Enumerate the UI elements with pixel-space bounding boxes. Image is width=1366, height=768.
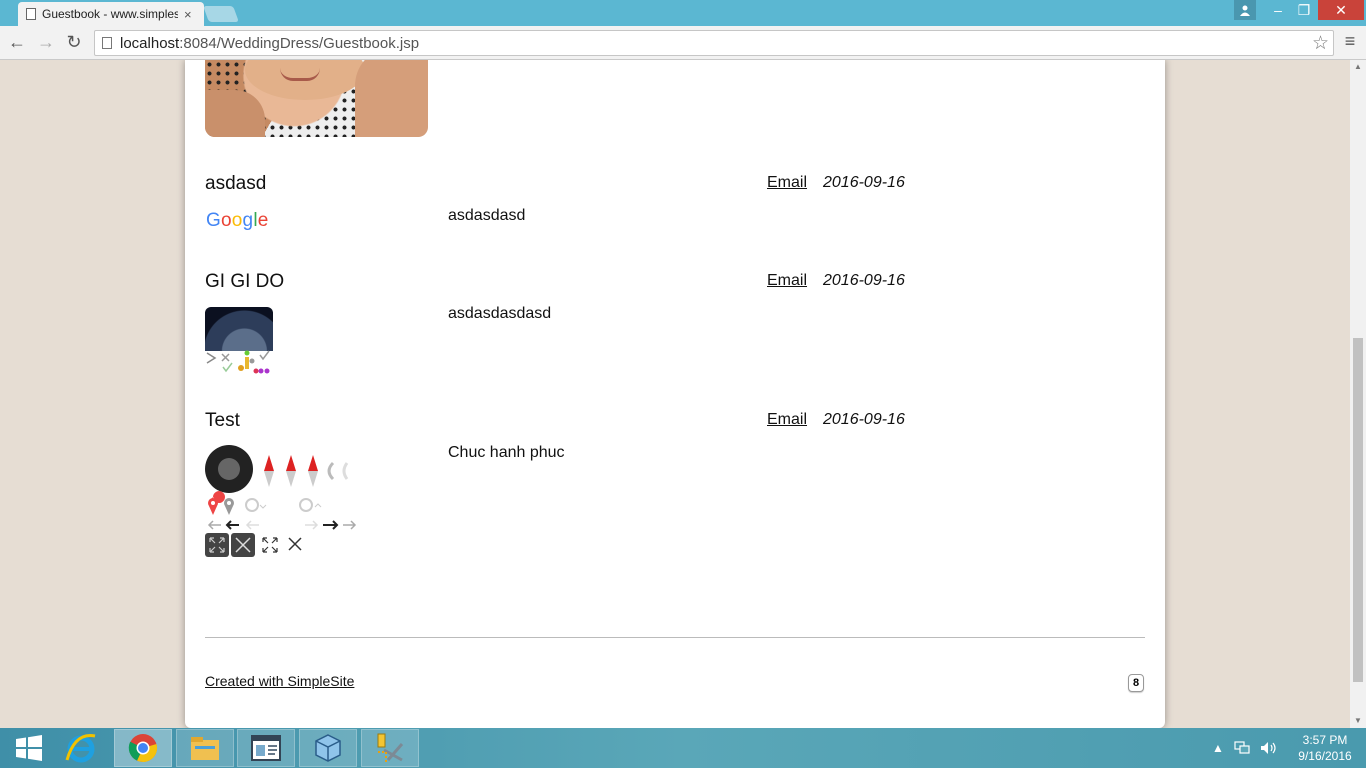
entry-email-link[interactable]: Email	[767, 174, 807, 192]
network-icon[interactable]	[1234, 741, 1250, 755]
bookmark-star-icon[interactable]: ☆	[1312, 32, 1329, 55]
page-icon	[26, 8, 36, 20]
clock-time: 3:57 PM	[1302, 733, 1348, 747]
sprite-strip-image	[206, 350, 270, 374]
url-text[interactable]: localhost:8084/WeddingDress/Guestbook.js…	[120, 35, 419, 52]
planet-image	[205, 307, 273, 351]
created-with-simplesite-link[interactable]: Created with SimpleSite	[205, 673, 354, 689]
page-icon	[102, 37, 112, 49]
entry-name: asdasd	[205, 173, 267, 194]
footer-divider	[205, 637, 1145, 638]
footer-badge[interactable]: 8	[1128, 674, 1144, 692]
page-scrollbar[interactable]: ▲ ▼	[1350, 60, 1366, 728]
browser-titlebar: Guestbook - www.simplesite.com × – ❐ ✕	[0, 0, 1366, 26]
virtualbox-icon[interactable]	[299, 729, 357, 767]
new-tab-button[interactable]	[203, 6, 239, 22]
tab-close-icon[interactable]: ×	[184, 7, 192, 22]
scroll-up-icon[interactable]: ▲	[1350, 60, 1366, 74]
window-minimize-button[interactable]: –	[1266, 0, 1290, 20]
entry-message: Chuc hanh phuc	[448, 444, 565, 461]
entry-date: 2016-09-16	[823, 272, 905, 289]
entry-message: asdasdasdasd	[448, 305, 552, 322]
windows-taskbar: ▲ 3:57 PM 9/16/2016	[0, 728, 1366, 768]
profile-photo	[205, 60, 428, 137]
entry-name: Test	[205, 410, 240, 431]
scroll-thumb[interactable]	[1353, 338, 1363, 682]
window-close-button[interactable]: ✕	[1318, 0, 1364, 20]
entry-email-link[interactable]: Email	[767, 411, 807, 429]
entry-message: asdasdasd	[448, 207, 526, 224]
address-bar[interactable]: localhost:8084/WeddingDress/Guestbook.js…	[94, 30, 1334, 56]
window-maximize-button[interactable]: ❐	[1292, 0, 1316, 20]
forward-button[interactable]: →	[35, 31, 57, 53]
scroll-down-icon[interactable]: ▼	[1350, 714, 1366, 728]
tab-title: Guestbook - www.simplesite.com	[42, 7, 178, 21]
windows-logo-icon	[16, 735, 42, 761]
netbeans-tool-icon[interactable]	[361, 729, 419, 767]
user-icon[interactable]	[1234, 0, 1256, 20]
app-window-icon[interactable]	[237, 729, 295, 767]
guestbook-page: asdasd Email 2016-09-16 Google asdasdasd…	[185, 60, 1165, 728]
page-viewport: asdasd Email 2016-09-16 Google asdasdasd…	[0, 60, 1350, 728]
browser-menu-button[interactable]: ≡	[1340, 31, 1360, 53]
browser-tab[interactable]: Guestbook - www.simplesite.com ×	[18, 2, 204, 26]
entry-name: GI GI DO	[205, 271, 285, 292]
chrome-icon[interactable]	[114, 729, 172, 767]
map-controls-sprite-image	[205, 445, 357, 557]
file-explorer-icon[interactable]	[176, 729, 234, 767]
tray-expand-icon[interactable]: ▲	[1212, 741, 1224, 755]
taskbar-clock[interactable]: 3:57 PM 9/16/2016	[1290, 732, 1360, 764]
start-button[interactable]	[0, 729, 58, 767]
system-tray: ▲	[1212, 728, 1278, 768]
internet-explorer-icon[interactable]	[52, 729, 110, 767]
back-button[interactable]: ←	[6, 31, 28, 53]
google-logo: Google	[206, 210, 269, 231]
clock-date: 9/16/2016	[1298, 749, 1352, 763]
volume-icon[interactable]	[1260, 741, 1278, 755]
entry-email-link[interactable]: Email	[767, 272, 807, 290]
reload-button[interactable]: ↻	[63, 31, 85, 53]
entry-date: 2016-09-16	[823, 411, 905, 428]
entry-date: 2016-09-16	[823, 174, 905, 191]
browser-toolbar: ← → ↻ localhost:8084/WeddingDress/Guestb…	[0, 26, 1366, 60]
